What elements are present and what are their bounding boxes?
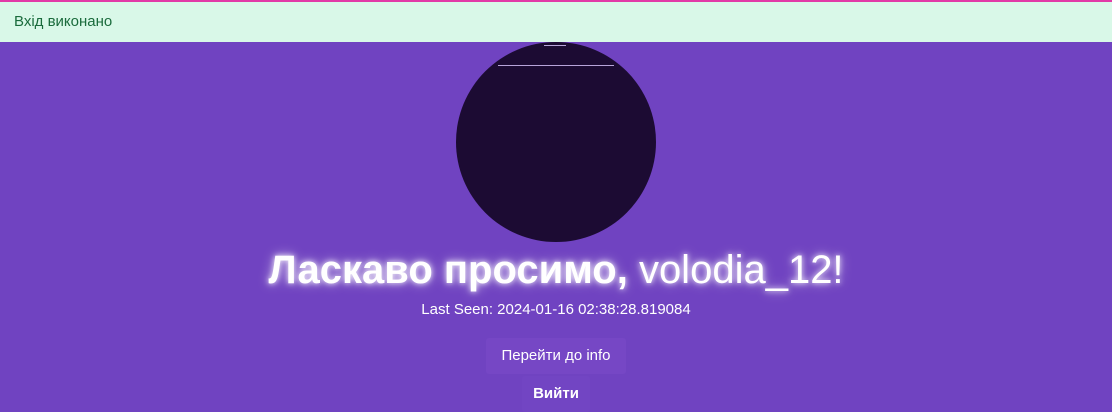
- alert-text: Вхід виконано: [14, 13, 113, 30]
- logout-button[interactable]: Вийти: [522, 376, 590, 412]
- avatar-artifact: [544, 45, 566, 46]
- page-title: Ласкаво просимо, volodia_12!: [0, 244, 1112, 296]
- welcome-greeting: Ласкаво просимо,: [268, 248, 628, 292]
- avatar: [456, 42, 656, 242]
- avatar-artifact: [498, 65, 614, 66]
- success-alert: Вхід виконано: [0, 2, 1112, 42]
- welcome-username: volodia_12!: [638, 248, 844, 292]
- last-seen-text: Last Seen: 2024-01-16 02:38:28.819084: [421, 301, 691, 318]
- go-to-info-button[interactable]: Перейти до info: [486, 338, 626, 374]
